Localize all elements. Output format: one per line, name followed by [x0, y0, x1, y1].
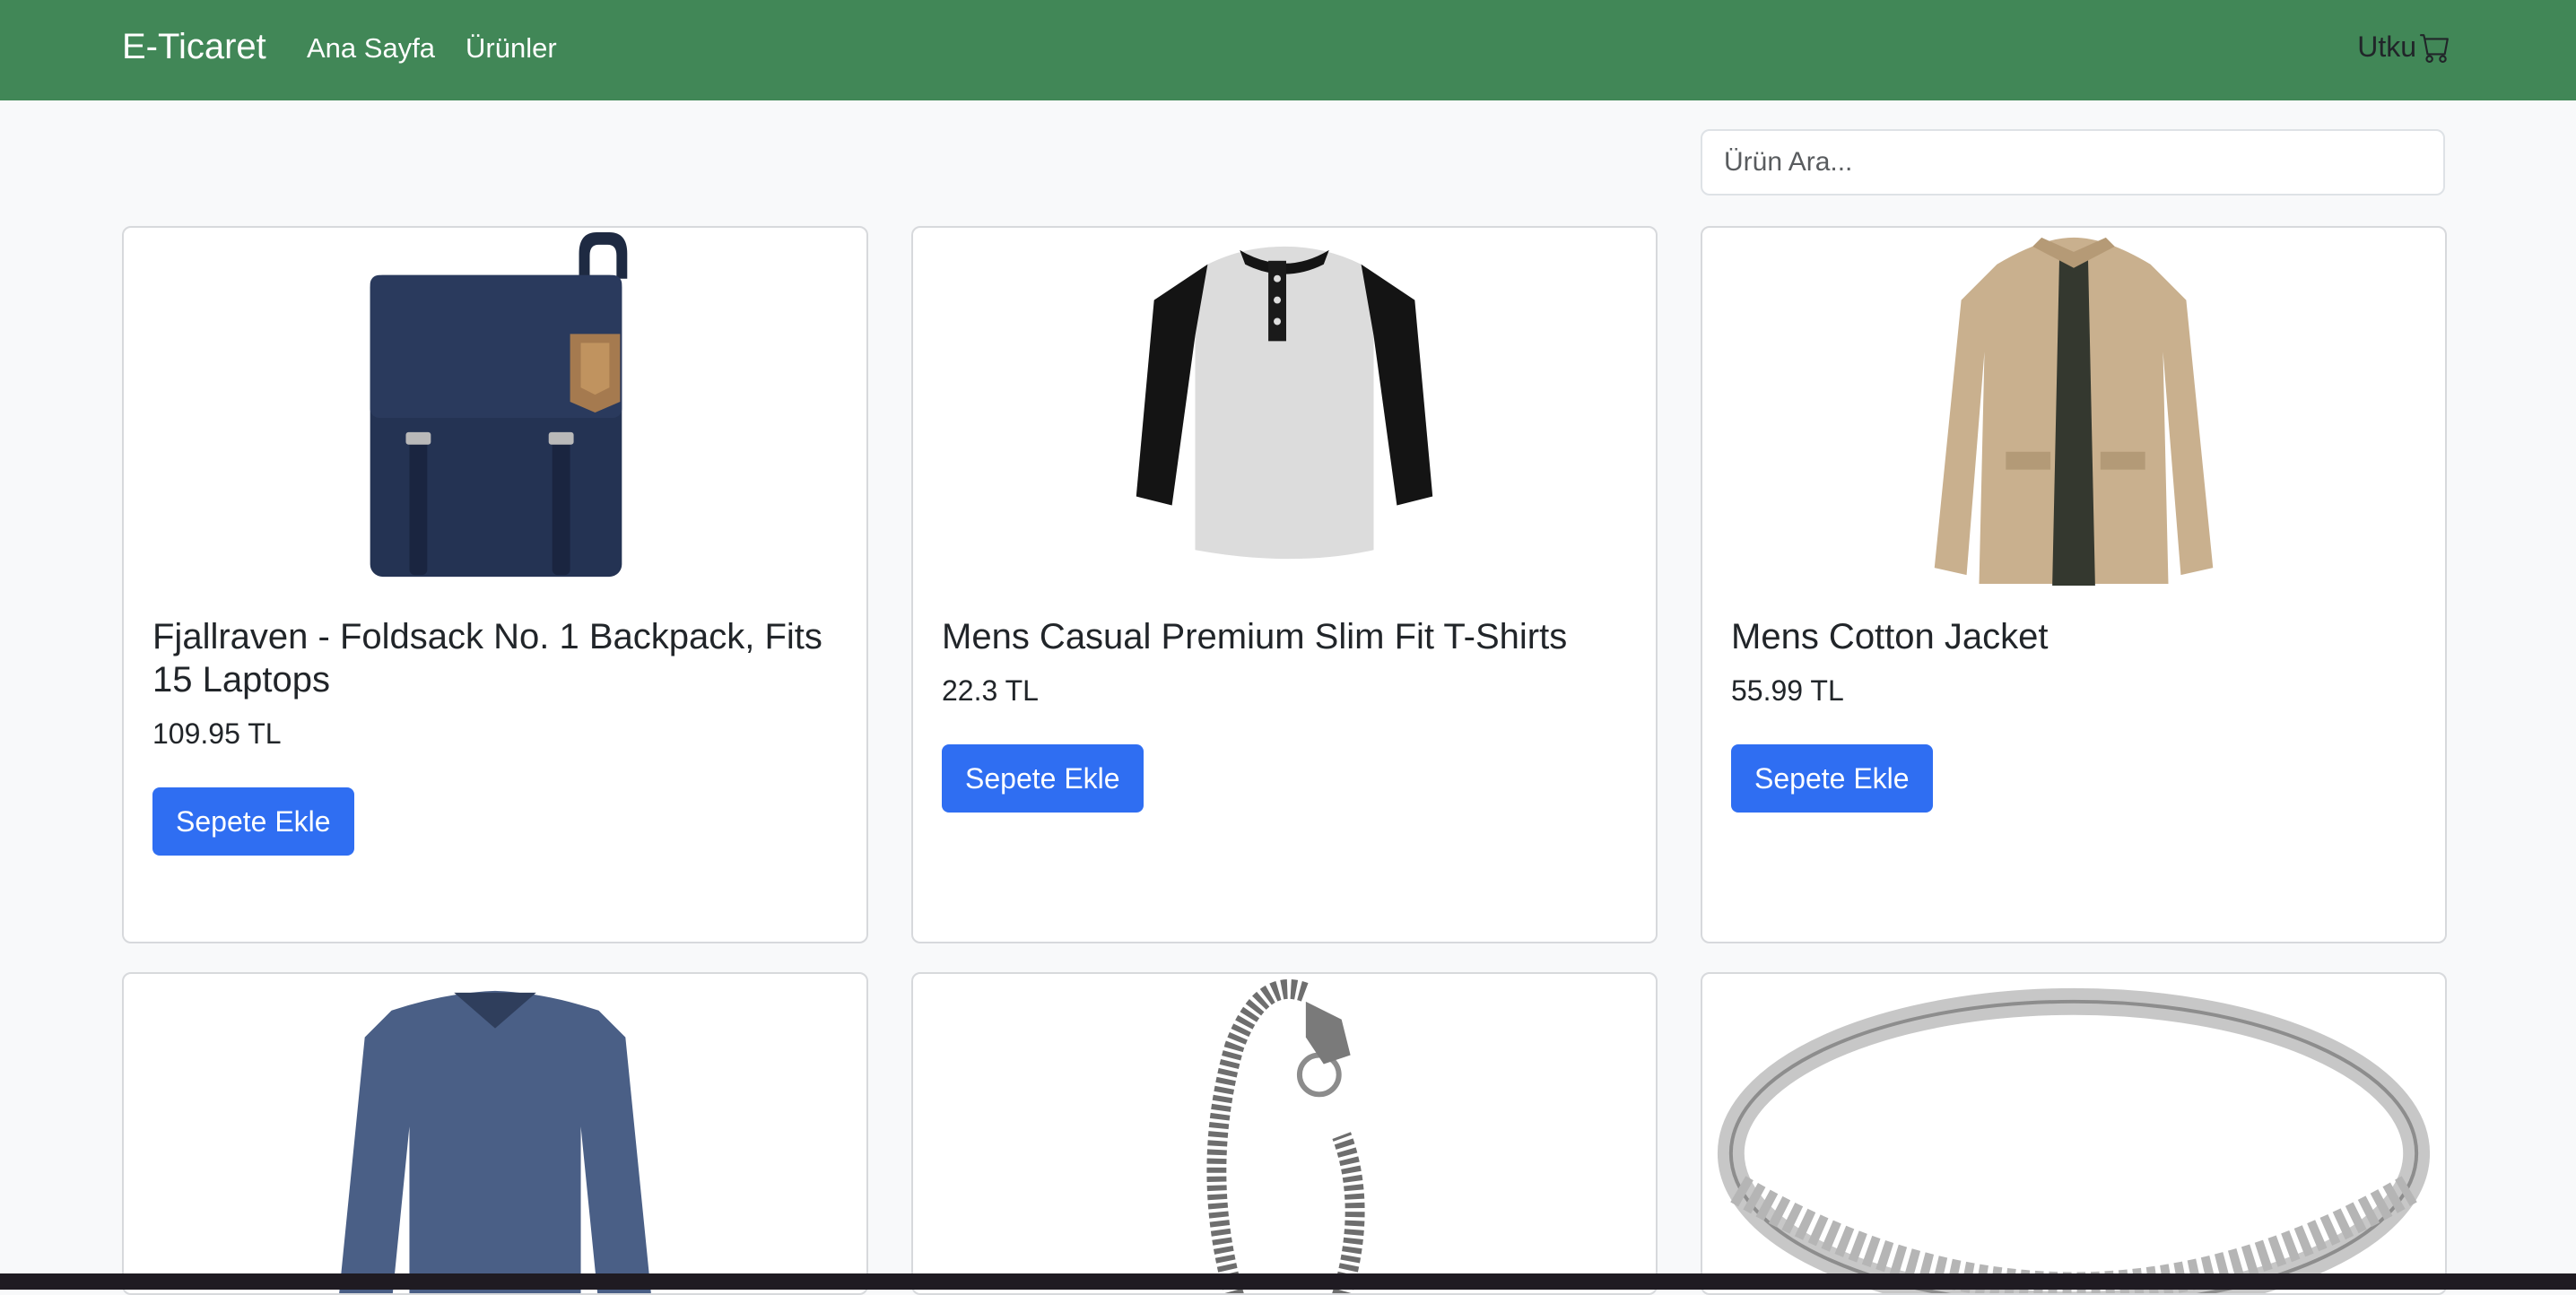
add-to-cart-button[interactable]: Sepete Ekle	[1731, 744, 1933, 813]
product-title: Mens Cotton Jacket	[1731, 617, 2049, 656]
nav-link-home[interactable]: Ana Sayfa	[307, 32, 435, 65]
product-card	[1701, 972, 2447, 1295]
nav-link-products[interactable]: Ürünler	[466, 32, 557, 65]
navbar: E-Ticaret Ana Sayfa Ürünler Utku	[0, 0, 2576, 100]
product-image-silver-ring[interactable]	[1702, 974, 2445, 1295]
brand-logo[interactable]: E-Ticaret	[122, 27, 266, 67]
product-card: Fjallraven - Foldsack No. 1 Backpack, Fi…	[122, 226, 868, 943]
user-name[interactable]: Utku	[2357, 30, 2416, 64]
add-to-cart-button[interactable]: Sepete Ekle	[152, 787, 354, 856]
product-image-t-shirt[interactable]	[913, 228, 1656, 587]
product-card: Mens Cotton Jacket 55.99 TL Sepete Ekle	[1701, 226, 2447, 943]
product-card	[911, 972, 1658, 1295]
product-price: 22.3 TL	[942, 674, 1039, 707]
product-card	[122, 972, 868, 1295]
user-cart-area[interactable]: Utku	[2357, 30, 2450, 64]
window-bottom-edge	[0, 1273, 2576, 1290]
product-title: Fjallraven - Foldsack No. 1 Backpack, Fi…	[152, 617, 822, 700]
add-to-cart-button[interactable]: Sepete Ekle	[942, 744, 1144, 813]
product-price: 109.95 TL	[152, 717, 282, 750]
search-input[interactable]	[1701, 129, 2445, 196]
product-card: Mens Casual Premium Slim Fit T-Shirts 22…	[911, 226, 1658, 943]
product-image-long-sleeve-shirt[interactable]	[124, 974, 866, 1295]
product-title: Mens Casual Premium Slim Fit T-Shirts	[942, 617, 1568, 656]
product-image-jacket[interactable]	[1702, 228, 2445, 587]
product-image-chain-bracelet[interactable]	[913, 974, 1656, 1295]
product-price: 55.99 TL	[1731, 674, 1844, 707]
product-image-backpack[interactable]	[124, 228, 866, 587]
cart-icon[interactable]	[2420, 32, 2450, 63]
